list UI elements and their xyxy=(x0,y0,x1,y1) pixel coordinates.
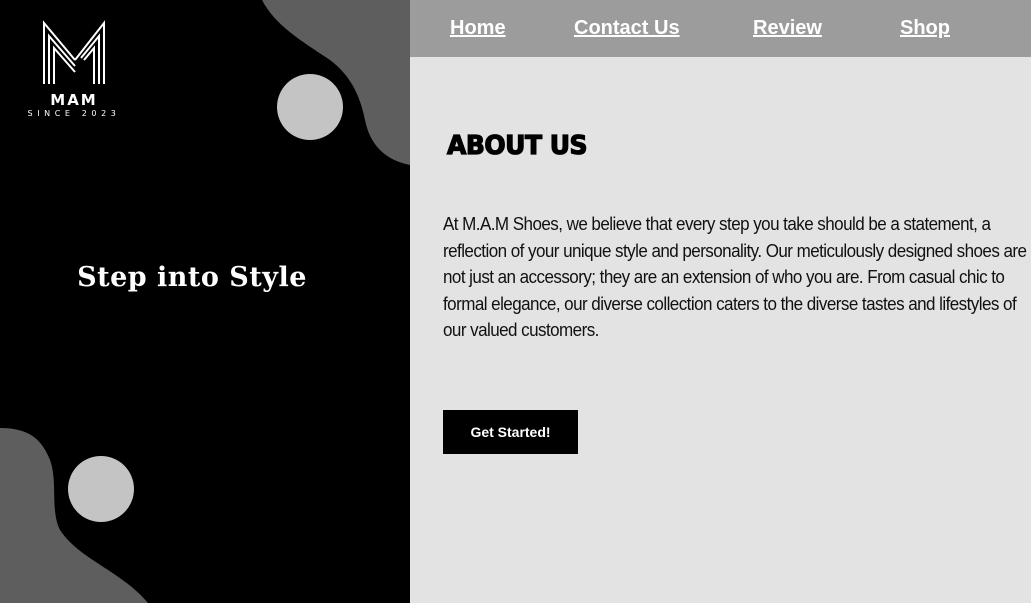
top-right-blob xyxy=(262,0,410,165)
about-section: ABOUT US At M.A.M Shoes, we believe that… xyxy=(410,57,1031,603)
bottom-left-blob xyxy=(0,428,148,603)
bottom-circle xyxy=(68,456,134,522)
logo-brand: MAM xyxy=(50,91,98,109)
get-started-button[interactable]: Get Started! xyxy=(443,410,578,454)
about-heading: ABOUT US xyxy=(446,130,588,161)
page: MAM SINCE 2023 Step into Style Home Cont… xyxy=(0,0,1031,603)
nav-review-link[interactable]: Review xyxy=(753,17,822,40)
nav-home-link[interactable]: Home xyxy=(450,17,506,40)
about-body: At M.A.M Shoes, we believe that every st… xyxy=(443,213,1027,340)
top-nav: Home Contact Us Review Shop xyxy=(410,0,1031,57)
logo[interactable]: MAM SINCE 2023 xyxy=(14,20,134,119)
top-circle xyxy=(277,74,343,140)
hero-panel: MAM SINCE 2023 Step into Style xyxy=(0,0,410,603)
logo-since: SINCE 2023 xyxy=(27,109,121,118)
hero-tagline: Step into Style xyxy=(77,262,307,293)
nav-shop-link[interactable]: Shop xyxy=(900,17,950,40)
logo-mark-icon xyxy=(43,20,105,84)
nav-contact-link[interactable]: Contact Us xyxy=(574,17,680,40)
